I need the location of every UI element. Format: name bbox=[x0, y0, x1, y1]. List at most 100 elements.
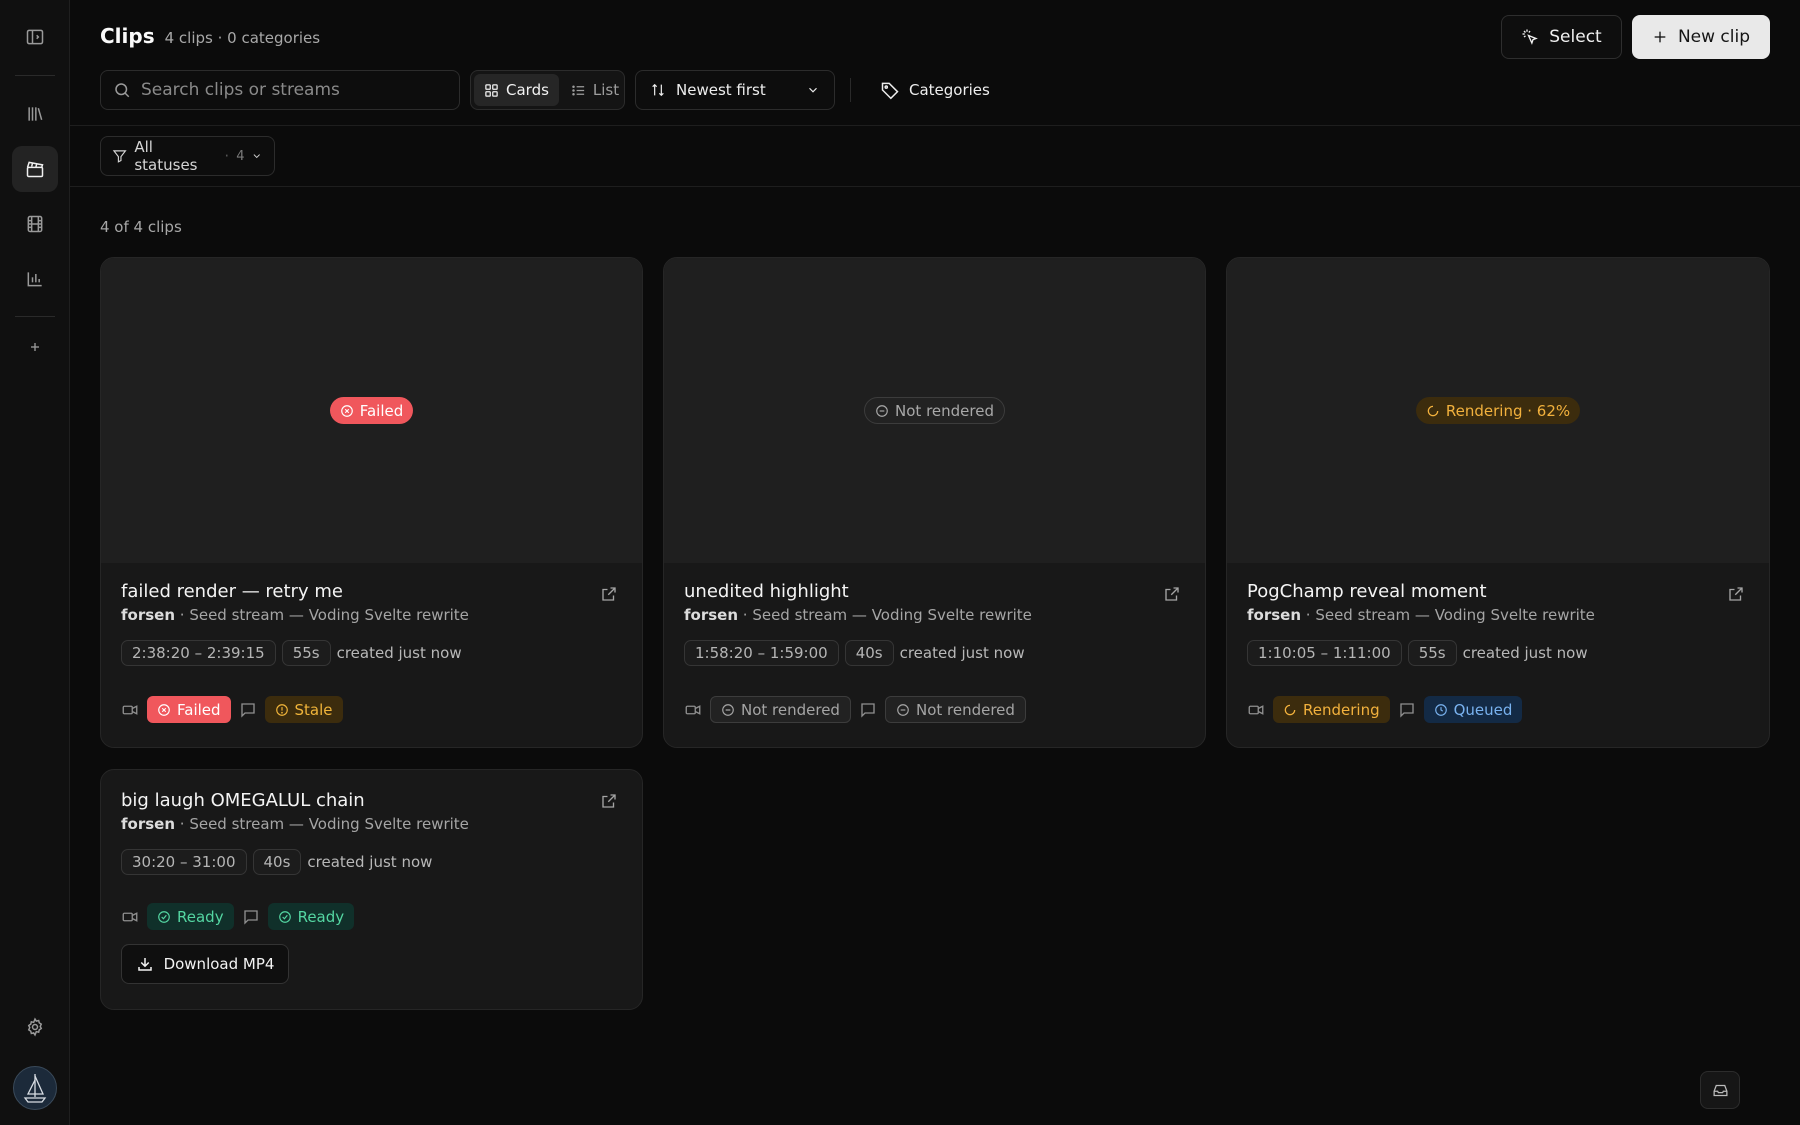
alert-circle-icon bbox=[275, 703, 288, 716]
sidebar-add-button[interactable] bbox=[12, 324, 58, 370]
gear-icon bbox=[27, 1017, 43, 1037]
page-title: Clips bbox=[100, 24, 155, 48]
sidebar-item-stats[interactable] bbox=[12, 256, 58, 302]
duration: 40s bbox=[252, 849, 302, 875]
new-clip-button[interactable]: New clip bbox=[1632, 15, 1770, 59]
bar-chart-icon bbox=[27, 272, 42, 287]
download-mp4-button[interactable]: Download MP4 bbox=[121, 944, 289, 984]
header-divider bbox=[70, 125, 1800, 126]
chevron-down-icon bbox=[809, 87, 817, 93]
render-status-overlay: Rendering · 62% bbox=[1415, 397, 1581, 424]
open-external-button[interactable] bbox=[1727, 585, 1745, 603]
status-filter-dropdown[interactable]: All statuses · 4 bbox=[100, 136, 275, 176]
plus-icon bbox=[1654, 31, 1666, 43]
search-input[interactable] bbox=[141, 80, 441, 100]
clip-title: PogChamp reveal moment bbox=[1247, 581, 1487, 602]
page-meta: 4 clips · 0 categories bbox=[164, 29, 321, 47]
clip-card[interactable]: Not rendered unedited highlight forsen ·… bbox=[663, 257, 1206, 748]
view-toggle: Cards List bbox=[470, 70, 625, 110]
minus-circle-icon bbox=[722, 703, 734, 716]
clock-icon bbox=[1434, 703, 1447, 716]
external-link-icon bbox=[1729, 587, 1743, 601]
video-icon bbox=[122, 911, 138, 922]
avatar[interactable] bbox=[13, 1066, 57, 1110]
clip-card-body: unedited highlight forsen · Seed stream … bbox=[664, 563, 1205, 723]
clip-title: failed render — retry me bbox=[121, 581, 343, 602]
sort-dropdown[interactable]: Newest first bbox=[635, 70, 835, 110]
check-circle-icon bbox=[278, 910, 291, 923]
streamer-name: forsen bbox=[684, 606, 739, 624]
stream-name: · Seed stream — Voding Svelte rewrite bbox=[738, 606, 1032, 624]
select-button[interactable]: Select bbox=[1501, 15, 1622, 59]
categories-button[interactable]: Categories bbox=[880, 70, 990, 110]
open-external-button[interactable] bbox=[600, 585, 618, 603]
plus-icon bbox=[31, 343, 39, 351]
external-link-icon bbox=[602, 794, 616, 808]
clip-source: forsen · Seed stream — Voding Svelte rew… bbox=[1247, 606, 1749, 624]
minus-circle-icon bbox=[897, 703, 909, 716]
chat-status-label: Ready bbox=[297, 907, 345, 926]
sidebar-settings-button[interactable] bbox=[12, 1004, 58, 1050]
view-cards-button[interactable]: Cards bbox=[474, 74, 559, 106]
sidebar bbox=[0, 0, 70, 1125]
chat-status-badge: Ready bbox=[267, 903, 355, 930]
video-icon bbox=[685, 704, 701, 715]
clip-thumbnail[interactable]: Not rendered bbox=[664, 258, 1205, 563]
cursor-click-icon bbox=[1522, 29, 1539, 45]
toggle-sidebar-button[interactable] bbox=[12, 14, 58, 60]
video-status-label: Not rendered bbox=[741, 700, 840, 719]
page-header: Clips 4 clips · 0 categories bbox=[100, 24, 320, 48]
created-at: created just now bbox=[899, 644, 1025, 662]
spinner-icon bbox=[1284, 704, 1296, 715]
clip-card[interactable]: big laugh OMEGALUL chain forsen · Seed s… bbox=[100, 769, 643, 1010]
status-row: Rendering Queued bbox=[1247, 696, 1749, 723]
sailboat-icon bbox=[23, 1074, 47, 1103]
view-list-button[interactable]: List bbox=[561, 74, 629, 106]
clip-source: forsen · Seed stream — Voding Svelte rew… bbox=[121, 606, 622, 624]
streamer-name: forsen bbox=[121, 815, 176, 833]
status-filter-label: All statuses bbox=[134, 138, 198, 174]
clip-thumbnail[interactable]: Failed bbox=[101, 258, 642, 563]
open-external-button[interactable] bbox=[1163, 585, 1181, 603]
sidebar-item-videos[interactable] bbox=[12, 201, 58, 247]
render-status-overlay: Failed bbox=[329, 397, 414, 424]
filter-divider bbox=[70, 186, 1800, 187]
video-icon bbox=[122, 704, 138, 715]
clip-details: 1:58:20 – 1:59:00 40s created just now bbox=[684, 640, 1185, 666]
open-external-button[interactable] bbox=[600, 792, 618, 810]
sidebar-item-clips[interactable] bbox=[12, 146, 58, 192]
minus-circle-icon bbox=[876, 404, 888, 417]
clip-card[interactable]: Rendering · 62% PogChamp reveal moment f… bbox=[1226, 257, 1770, 748]
stream-name: · Seed stream — Voding Svelte rewrite bbox=[1301, 606, 1595, 624]
video-icon bbox=[1248, 704, 1264, 715]
film-icon bbox=[27, 215, 43, 233]
streamer-name: forsen bbox=[121, 606, 176, 624]
chat-icon bbox=[243, 909, 258, 925]
render-status-overlay: Not rendered bbox=[864, 397, 1005, 424]
inbox-icon bbox=[1712, 1084, 1728, 1096]
app-root: Clips 4 clips · 0 categories Select New … bbox=[0, 0, 1800, 1125]
video-status-badge: Failed bbox=[147, 696, 231, 723]
new-clip-label: New clip bbox=[1677, 27, 1751, 47]
clip-card[interactable]: Failed failed render — retry me forsen ·… bbox=[100, 257, 643, 748]
time-range: 1:10:05 – 1:11:00 bbox=[1247, 640, 1402, 666]
chevron-down-icon bbox=[254, 154, 261, 159]
status-row: Ready Ready bbox=[121, 903, 622, 930]
sidebar-toggle-icon bbox=[26, 29, 44, 45]
toolbar-divider bbox=[850, 78, 851, 102]
categories-label: Categories bbox=[909, 81, 990, 99]
external-link-icon bbox=[1165, 587, 1179, 601]
clip-thumbnail[interactable]: Rendering · 62% bbox=[1227, 258, 1769, 563]
sidebar-item-library[interactable] bbox=[12, 91, 58, 137]
chat-status-label: Queued bbox=[1453, 700, 1513, 719]
chat-status-label: Stale bbox=[294, 700, 333, 719]
sidebar-divider bbox=[15, 316, 55, 317]
inbox-button[interactable] bbox=[1700, 1071, 1740, 1109]
download-icon bbox=[137, 958, 152, 971]
list-icon bbox=[572, 85, 585, 95]
main-content: Clips 4 clips · 0 categories Select New … bbox=[70, 0, 1800, 1125]
clip-source: forsen · Seed stream — Voding Svelte rew… bbox=[121, 815, 622, 833]
clip-card-body: big laugh OMEGALUL chain forsen · Seed s… bbox=[101, 770, 642, 984]
chat-status-badge: Stale bbox=[264, 696, 343, 723]
chat-icon bbox=[1399, 702, 1414, 718]
